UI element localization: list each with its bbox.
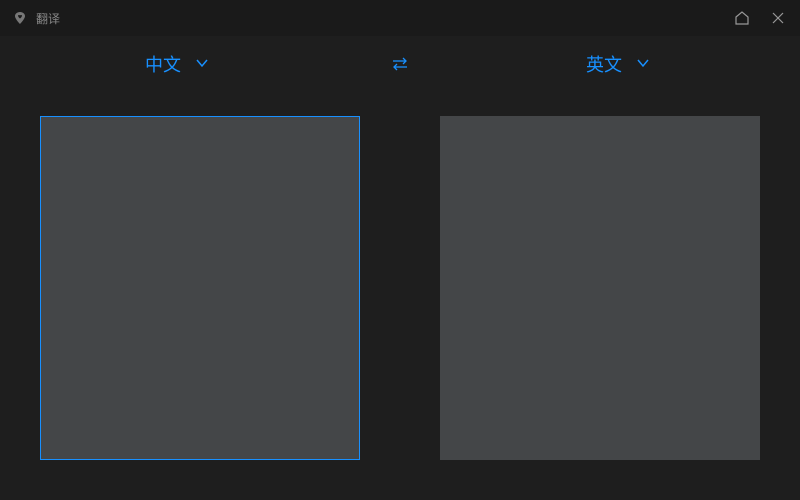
target-language-selector[interactable]: 英文 xyxy=(586,51,650,77)
source-text-panel[interactable] xyxy=(40,116,360,460)
source-language-label: 中文 xyxy=(145,51,181,77)
content-area xyxy=(0,92,800,500)
target-language-label: 英文 xyxy=(586,51,622,77)
language-bar: 中文 英文 xyxy=(0,36,800,92)
app-icon xyxy=(12,10,28,26)
chevron-down-icon xyxy=(636,54,650,75)
titlebar-right xyxy=(732,8,788,28)
target-text-panel xyxy=(440,116,760,460)
home-button[interactable] xyxy=(732,8,752,28)
app-title: 翻译 xyxy=(36,10,60,27)
swap-languages-button[interactable] xyxy=(390,56,410,72)
close-button[interactable] xyxy=(768,8,788,28)
titlebar: 翻译 xyxy=(0,0,800,36)
source-language-selector[interactable]: 中文 xyxy=(145,51,209,77)
titlebar-left: 翻译 xyxy=(12,10,60,27)
chevron-down-icon xyxy=(195,54,209,75)
